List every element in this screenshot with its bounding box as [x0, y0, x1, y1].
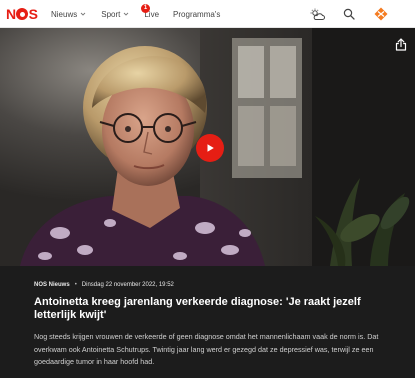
- nav-item-label: Nieuws: [51, 9, 78, 19]
- live-count-badge: 1: [141, 3, 151, 13]
- meta-separator: •: [74, 282, 77, 288]
- site-header: NS Nieuws Sport Live 1 Programma's: [0, 0, 415, 28]
- article-source: NOS Nieuws: [34, 282, 70, 288]
- weather-icon[interactable]: [309, 6, 325, 22]
- nav-item-nieuws[interactable]: Nieuws: [51, 10, 87, 19]
- share-button[interactable]: [393, 36, 409, 52]
- header-actions: [309, 0, 415, 28]
- nav-item-label: Sport: [101, 9, 121, 19]
- chevron-down-icon: [122, 10, 130, 18]
- nav-item-label: Programma's: [173, 9, 221, 19]
- play-icon: [207, 144, 214, 152]
- nav-item-programmas[interactable]: Programma's: [173, 10, 220, 19]
- page: NS Nieuws Sport Live 1 Programma's NOS N…: [0, 0, 415, 378]
- main-nav: Nieuws Sport Live 1 Programma's: [51, 0, 234, 28]
- nos-logo[interactable]: NS: [6, 6, 38, 22]
- article-date: Dinsdag 22 november 2022, 19:52: [81, 282, 174, 288]
- nav-item-live[interactable]: Live 1: [141, 3, 159, 19]
- npo-icon[interactable]: [373, 6, 389, 22]
- article-teaser[interactable]: NOS Nieuws • Dinsdag 22 november 2022, 1…: [0, 266, 415, 378]
- search-icon[interactable]: [341, 6, 357, 22]
- play-button[interactable]: [196, 134, 224, 162]
- nav-item-sport[interactable]: Sport: [101, 10, 130, 19]
- video-player[interactable]: [0, 28, 415, 266]
- chevron-down-icon: [79, 10, 87, 18]
- article-headline[interactable]: Antoinetta kreeg jarenlang verkeerde dia…: [34, 296, 389, 322]
- article-meta: NOS Nieuws • Dinsdag 22 november 2022, 1…: [34, 282, 174, 288]
- share-icon: [395, 37, 407, 51]
- article-summary: Nog steeds krijgen vrouwen de verkeerde …: [34, 332, 379, 366]
